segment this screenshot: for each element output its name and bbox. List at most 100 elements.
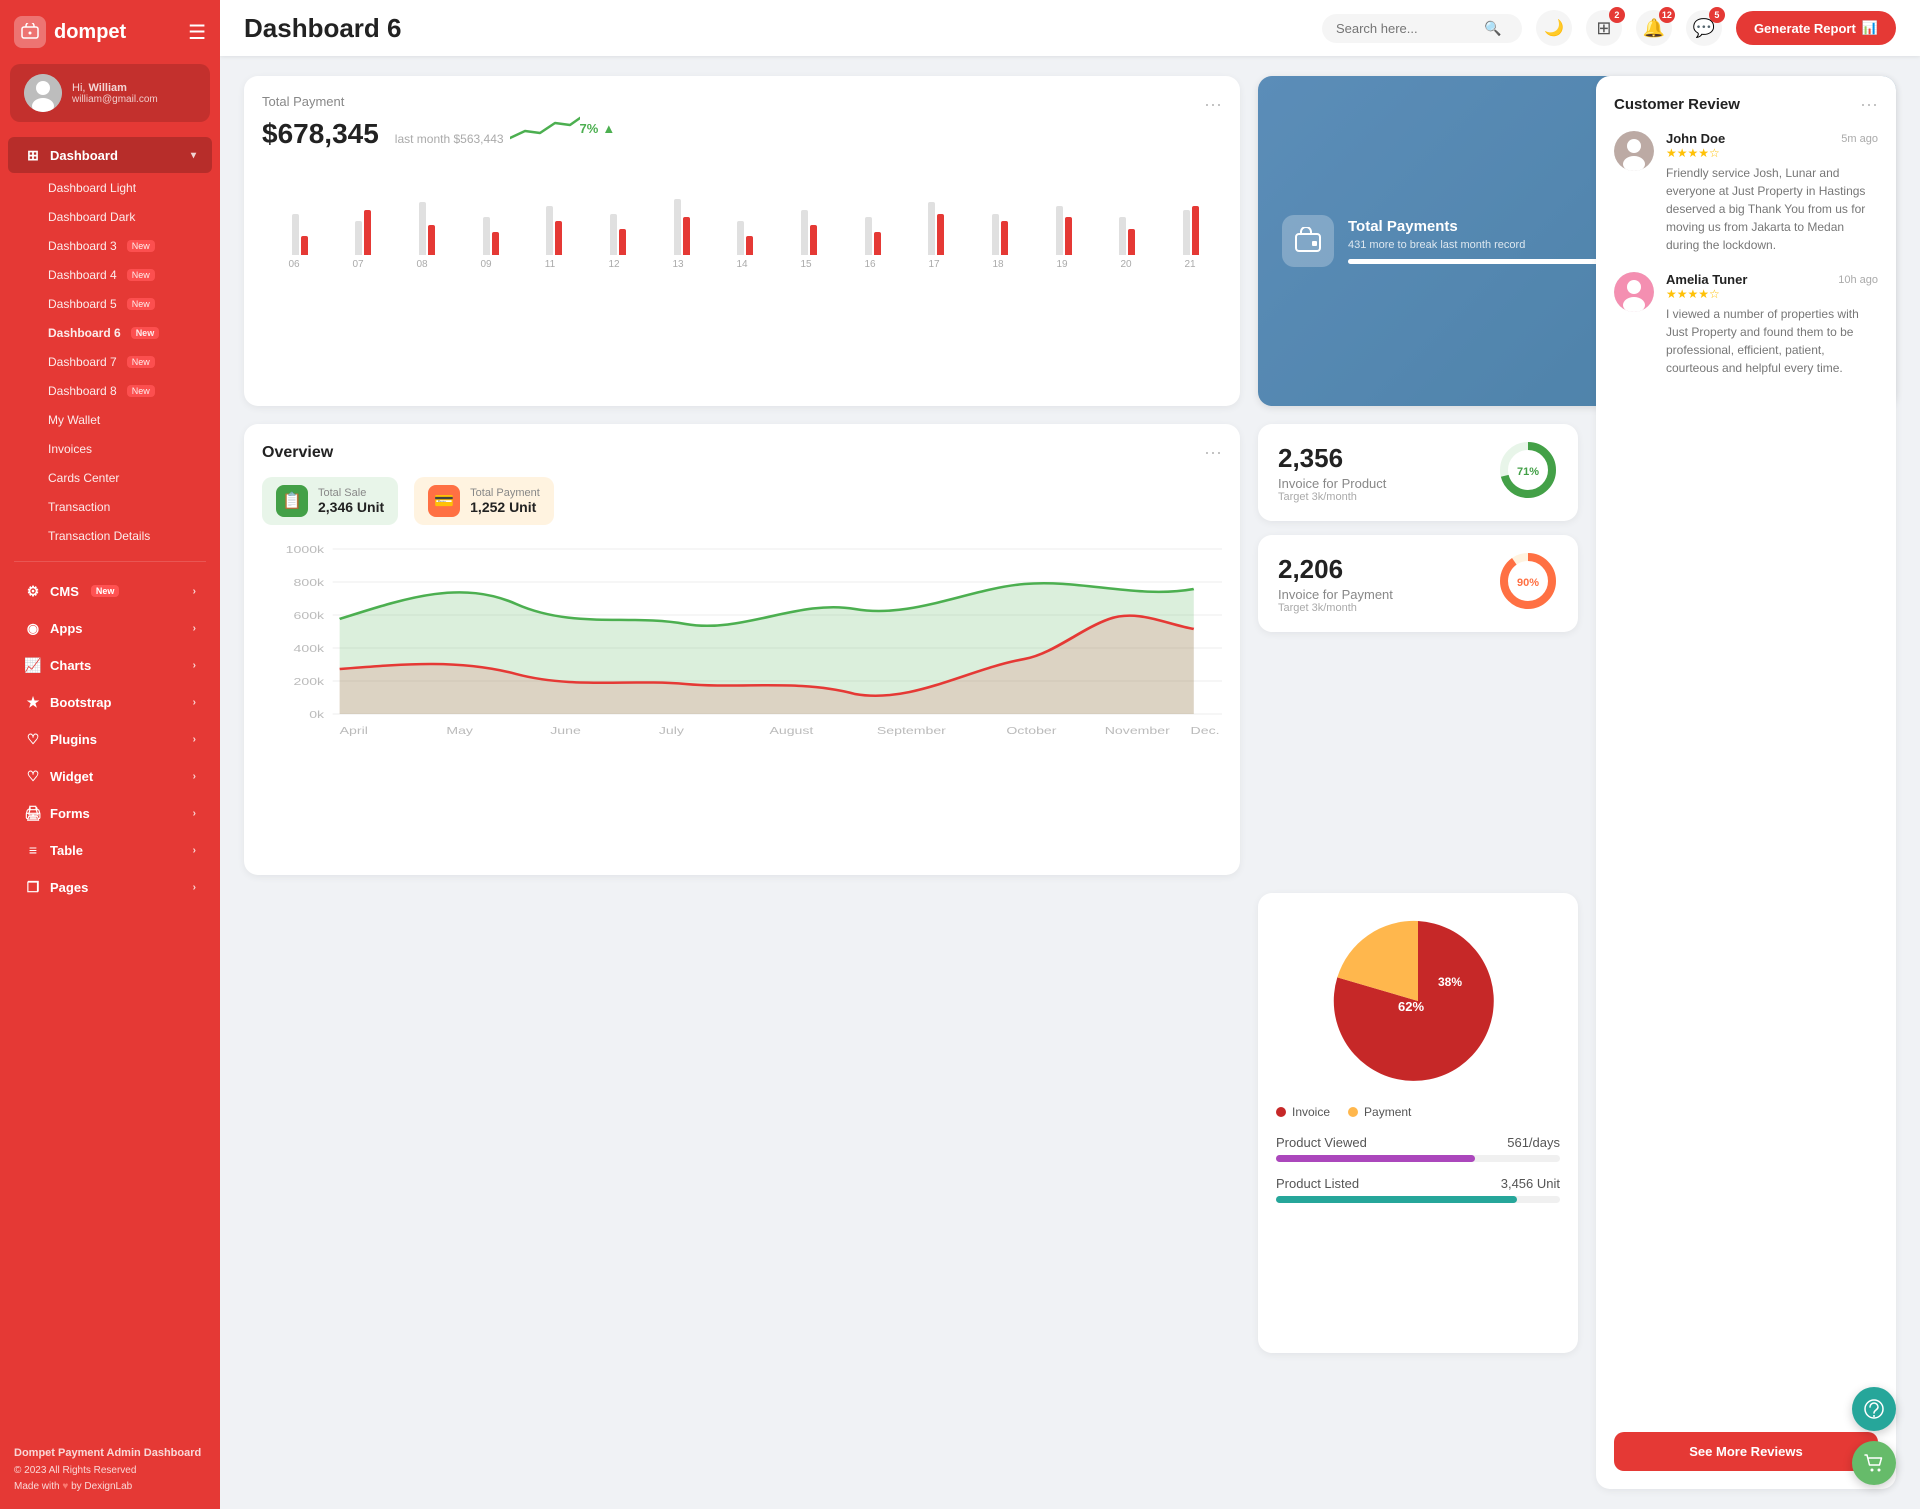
reviewer-name-1: John Doe [1666, 131, 1725, 146]
gray-bar [610, 214, 617, 255]
new-badge: New [127, 269, 155, 281]
cart-float-button[interactable] [1852, 1441, 1896, 1485]
sidebar-item-charts[interactable]: 📈 Charts › [8, 647, 212, 683]
invoice-product-sub: Target 3k/month [1278, 491, 1386, 503]
review-header: Customer Review ··· [1614, 94, 1878, 115]
sidebar-item-transaction-details[interactable]: Transaction Details [8, 522, 212, 550]
sidebar-item-my-wallet[interactable]: My Wallet [8, 406, 212, 434]
review-time-2: 10h ago [1838, 274, 1878, 286]
invoice-dot [1276, 1107, 1286, 1117]
heart-icon: ♥ [62, 1481, 71, 1492]
hamburger-icon[interactable]: ☰ [188, 20, 206, 45]
sidebar-item-dashboard-6[interactable]: Dashboard 6New [8, 319, 212, 347]
dark-mode-toggle[interactable]: 🌙 [1536, 10, 1572, 46]
bar-chart [262, 160, 1222, 255]
chevron-right-icon: › [193, 623, 196, 634]
sidebar-item-dashboard-dark[interactable]: Dashboard Dark [8, 203, 212, 231]
invoice-payment-label: Invoice for Payment [1278, 587, 1393, 602]
reviewer-name-2: Amelia Tuner [1666, 272, 1747, 287]
bar-chart-bars [269, 175, 1222, 255]
product-listed-value: 3,456 Unit [1501, 1176, 1560, 1191]
float-buttons [1852, 1387, 1896, 1485]
bar-group [992, 214, 1008, 255]
sidebar-item-dashboard-8[interactable]: Dashboard 8New [8, 377, 212, 405]
generate-report-button[interactable]: Generate Report 📊 [1736, 11, 1896, 45]
customer-review-card: Customer Review ··· John Doe 5m ago ★★★★… [1596, 76, 1896, 1489]
bar-label: 16 [838, 259, 902, 270]
user-greeting: Hi, William [72, 82, 158, 94]
sidebar-item-table[interactable]: ≡ Table › [8, 832, 212, 868]
sidebar-item-plugins[interactable]: ♡ Plugins › [8, 721, 212, 757]
search-icon: 🔍 [1484, 20, 1501, 37]
search-box[interactable]: 🔍 [1322, 14, 1522, 43]
sidebar-item-cards-center[interactable]: Cards Center [8, 464, 212, 492]
reviewer-avatar-2 [1614, 272, 1654, 312]
trend-sparkline [510, 113, 580, 143]
sidebar-item-apps[interactable]: ◉ Apps › [8, 610, 212, 646]
sidebar-item-pages[interactable]: ❐ Pages › [8, 869, 212, 905]
new-badge: New [127, 298, 155, 310]
bootstrap-icon: ★ [24, 693, 42, 711]
support-float-button[interactable] [1852, 1387, 1896, 1431]
footer-copy: © 2023 All Rights Reserved [14, 1463, 206, 1479]
red-bar [1065, 217, 1072, 255]
review-more-options[interactable]: ··· [1860, 94, 1878, 115]
cms-icon: ⚙ [24, 582, 42, 600]
invoice-cards-col: 2,356 Invoice for Product Target 3k/mont… [1258, 424, 1578, 875]
red-bar [1001, 221, 1008, 255]
message-icon-btn[interactable]: 💬 5 [1686, 10, 1722, 46]
new-badge: New [127, 240, 155, 252]
bell-icon-btn[interactable]: 🔔 12 [1636, 10, 1672, 46]
sidebar-item-dashboard-4[interactable]: Dashboard 4New [8, 261, 212, 289]
bar-label: 12 [582, 259, 646, 270]
bar-group [610, 214, 626, 255]
sidebar-item-dashboard-3[interactable]: Dashboard 3New [8, 232, 212, 260]
sidebar-item-dashboard-light[interactable]: Dashboard Light [8, 174, 212, 202]
red-bar [1192, 206, 1199, 255]
bar-group [1056, 206, 1072, 255]
footer-made: Made with ♥ by DexignLab [14, 1479, 206, 1495]
total-sale-stat: 📋 Total Sale 2,346 Unit [262, 477, 398, 525]
dashboard-menu-item[interactable]: ⊞ Dashboard ▾ [8, 137, 212, 173]
sidebar-item-forms[interactable]: 🖨 Forms › [8, 795, 212, 831]
invoice-product-card: 2,356 Invoice for Product Target 3k/mont… [1258, 424, 1578, 521]
pie-legend: Invoice Payment [1276, 1105, 1560, 1119]
bar-label: 21 [1158, 259, 1222, 270]
message-badge: 5 [1709, 7, 1725, 23]
overview-more-options[interactable]: ··· [1204, 442, 1222, 463]
donut-chart-product: 71% [1498, 440, 1558, 505]
product-listed-label: Product Listed [1276, 1176, 1359, 1191]
sidebar-item-widget[interactable]: ♡ Widget › [8, 758, 212, 794]
bar-group [292, 214, 308, 255]
red-bar [428, 225, 435, 255]
sidebar-item-transaction[interactable]: Transaction [8, 493, 212, 521]
sidebar-item-invoices[interactable]: Invoices [8, 435, 212, 463]
new-badge: New [91, 585, 120, 597]
gray-bar [292, 214, 299, 255]
widget-icon: ♡ [24, 767, 42, 785]
sidebar-item-bootstrap[interactable]: ★ Bootstrap › [8, 684, 212, 720]
pie-chart-wrap: 62% 38% [1276, 911, 1560, 1091]
total-payment-overview-value: 1,252 Unit [470, 499, 540, 515]
bar-group [1119, 217, 1135, 255]
apps-icon-btn[interactable]: ⊞ 2 [1586, 10, 1622, 46]
sidebar-item-cms[interactable]: ⚙ CMS New › [8, 573, 212, 609]
sidebar-item-dashboard-7[interactable]: Dashboard 7New [8, 348, 212, 376]
nav-divider [14, 561, 206, 562]
sidebar-item-dashboard-5[interactable]: Dashboard 5New [8, 290, 212, 318]
last-month-label: last month $563,443 [395, 132, 504, 146]
apps-icon: ◉ [24, 619, 42, 637]
more-options-icon[interactable]: ··· [1204, 94, 1222, 115]
table-icon: ≡ [24, 841, 42, 859]
footer-brand: Dompet Payment Admin Dashboard [14, 1445, 206, 1463]
bar-label: 20 [1094, 259, 1158, 270]
chevron-down-icon: ▾ [191, 150, 196, 161]
payment-icon: 💳 [428, 485, 460, 517]
bar-group [674, 199, 690, 255]
review-time-1: 5m ago [1841, 133, 1878, 145]
bar-label: 14 [710, 259, 774, 270]
see-more-reviews-button[interactable]: See More Reviews [1614, 1432, 1878, 1471]
donut-chart-payment: 90% [1498, 551, 1558, 616]
search-input[interactable] [1336, 21, 1476, 36]
chevron-right-icon: › [193, 845, 196, 856]
